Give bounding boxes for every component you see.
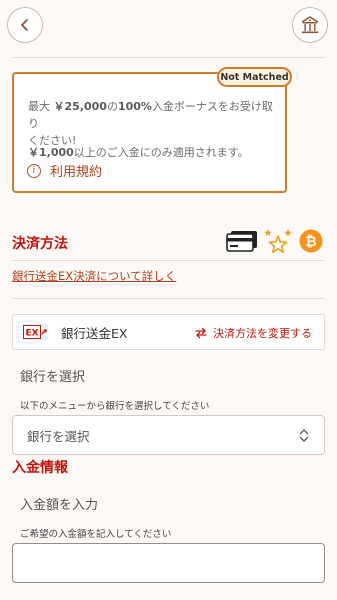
- status-badge: Not Matched: [217, 67, 292, 87]
- bank-select-value: 銀行を選択: [27, 428, 90, 444]
- deposit-amount-title: 入金額を入力: [20, 498, 99, 513]
- payment-divider: [12, 260, 325, 261]
- bank-select-dropdown[interactable]: 銀行を選択: [12, 415, 325, 455]
- payment-method-heading: 決済方法: [12, 236, 68, 252]
- method-divider: [12, 298, 325, 299]
- stars-icon: [264, 229, 292, 254]
- deposit-amount-input[interactable]: [12, 543, 325, 583]
- payment-method-name: 銀行送金EX: [61, 325, 128, 341]
- deposit-info-heading: 入金情報: [12, 460, 68, 476]
- bonus-max-amount: ￥25,000: [53, 100, 107, 113]
- bonus-minimum-note: ￥1,000以上のご入金にのみ適用されます。: [28, 146, 249, 159]
- payment-icons: ₿: [226, 228, 323, 254]
- casino-building-icon: [301, 16, 319, 34]
- deposit-amount-hint: ご希望の入金額を記入してください: [20, 529, 172, 540]
- change-method-label: 決済方法を変更する: [213, 327, 312, 340]
- bonus-description: 最大 ￥25,000の100%入金ボーナスをお受け取り ください!: [28, 100, 273, 147]
- credit-card-icon: [226, 231, 257, 252]
- bank-select-hint: 以下のメニューから銀行を選択してください: [20, 401, 210, 412]
- bank-transfer-info-link[interactable]: 銀行送金EX決済について詳しく: [12, 268, 176, 284]
- bonus-percent: 100%: [117, 100, 152, 113]
- svg-text:₿: ₿: [305, 234, 316, 250]
- svg-text:EX: EX: [25, 329, 38, 339]
- terms-link[interactable]: 利用規約: [50, 161, 102, 180]
- terms-link-row[interactable]: i 利用規約: [27, 161, 102, 180]
- bitcoin-icon: ₿: [299, 229, 323, 253]
- back-button[interactable]: [7, 7, 43, 43]
- selected-payment-method: EX 銀行送金EX 決済方法を変更する: [12, 314, 325, 350]
- chevron-up-down-icon: [299, 429, 309, 442]
- header-divider: [12, 57, 325, 58]
- change-method-button[interactable]: 決済方法を変更する: [195, 325, 312, 341]
- ex-logo-icon: EX: [23, 325, 47, 339]
- lobby-button[interactable]: [292, 7, 328, 43]
- chevron-left-icon: [21, 19, 28, 31]
- info-icon: i: [27, 163, 41, 178]
- swap-arrows-icon: [195, 327, 207, 339]
- bank-select-title: 銀行を選択: [20, 370, 86, 385]
- bonus-min-amount: ￥1,000: [28, 146, 74, 159]
- top-bar: [0, 0, 337, 58]
